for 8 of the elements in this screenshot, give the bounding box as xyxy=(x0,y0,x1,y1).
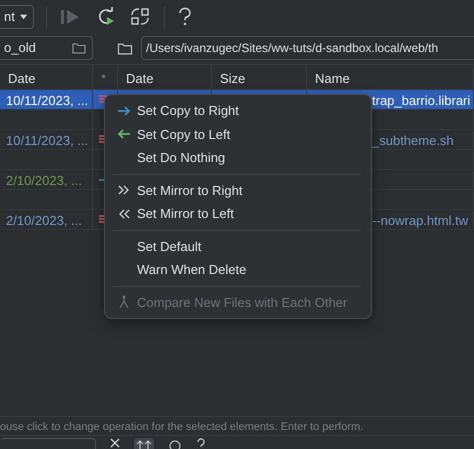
table-cell: trap_barrio.librari xyxy=(372,93,470,108)
status-text: ouse click to change operation for the selected elements. Enter to perform. xyxy=(0,416,474,436)
table-cell: 2/10/2023, ... xyxy=(6,213,82,228)
table-cell: 10/11/2023, ... xyxy=(6,133,88,148)
table-cell: 10/11/2023, ... xyxy=(6,93,88,108)
table-cell: --nowrap.html.tw xyxy=(372,213,468,228)
table-cell: _subtheme.sh xyxy=(372,133,454,148)
table-cell: 2/10/2023, ... xyxy=(6,173,82,188)
